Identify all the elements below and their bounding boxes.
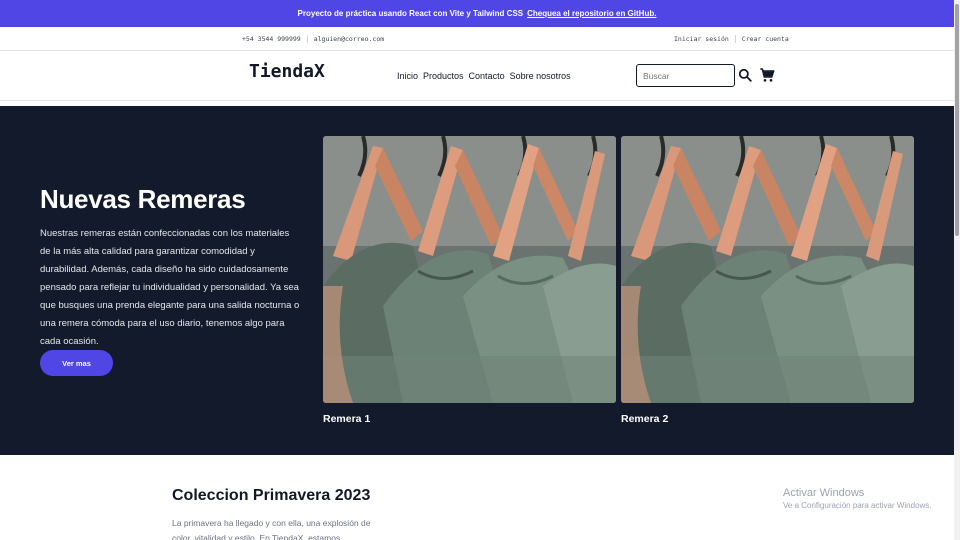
collection-title: Coleccion Primavera 2023	[172, 487, 371, 504]
main-navbar: TiendaX Inicio Productos Contacto Sobre …	[0, 51, 954, 101]
cart-icon[interactable]	[759, 67, 775, 83]
tshirt-product-image[interactable]	[621, 136, 914, 403]
announcement-bar: Proyecto de práctica usando React con Vi…	[0, 0, 954, 27]
watermark-subtitle: Ve a Configuración para activar Windows.	[783, 501, 932, 510]
nav-link-contacto[interactable]: Contacto	[469, 71, 505, 81]
contact-email: alguien@correo.com	[306, 35, 384, 43]
nav-link-inicio[interactable]: Inicio	[397, 71, 418, 81]
product-name[interactable]: Remera 1	[323, 413, 616, 425]
hero-description: Nuestras remeras están confeccionadas co…	[40, 228, 300, 347]
product-card-2[interactable]: Remera 2	[621, 136, 914, 425]
collection-text: La primavera ha llegado y con ella, una …	[172, 518, 371, 540]
login-link[interactable]: Iniciar sesión	[674, 35, 729, 43]
windows-activation-watermark: Activar Windows Ve a Configuración para …	[783, 487, 932, 510]
contact-bar: +54 3544 999999 alguien@correo.com Inici…	[0, 27, 954, 51]
github-repo-link[interactable]: Chequea el repositorio en GitHub.	[527, 9, 656, 18]
watermark-title: Activar Windows	[783, 487, 865, 499]
nav-links: Inicio Productos Contacto Sobre nosotros	[397, 71, 571, 81]
nav-link-sobre-nosotros[interactable]: Sobre nosotros	[510, 71, 571, 81]
hero-title: Nuevas Remeras	[40, 184, 246, 214]
register-link[interactable]: Crear cuenta	[734, 35, 789, 43]
store-logo[interactable]: TiendaX	[249, 61, 325, 82]
ver-mas-button[interactable]: Ver mas	[40, 350, 113, 376]
contact-phone: +54 3544 999999	[242, 35, 301, 43]
product-card-1[interactable]: Remera 1	[323, 136, 616, 425]
search-input[interactable]	[636, 64, 735, 87]
scrollbar-thumb[interactable]	[955, 4, 959, 236]
tshirt-product-image[interactable]	[323, 136, 616, 403]
product-name[interactable]: Remera 2	[621, 413, 914, 425]
announcement-text: Proyecto de práctica usando React con Vi…	[297, 9, 524, 18]
nav-link-productos[interactable]: Productos	[423, 71, 464, 81]
search-icon[interactable]	[738, 68, 752, 82]
